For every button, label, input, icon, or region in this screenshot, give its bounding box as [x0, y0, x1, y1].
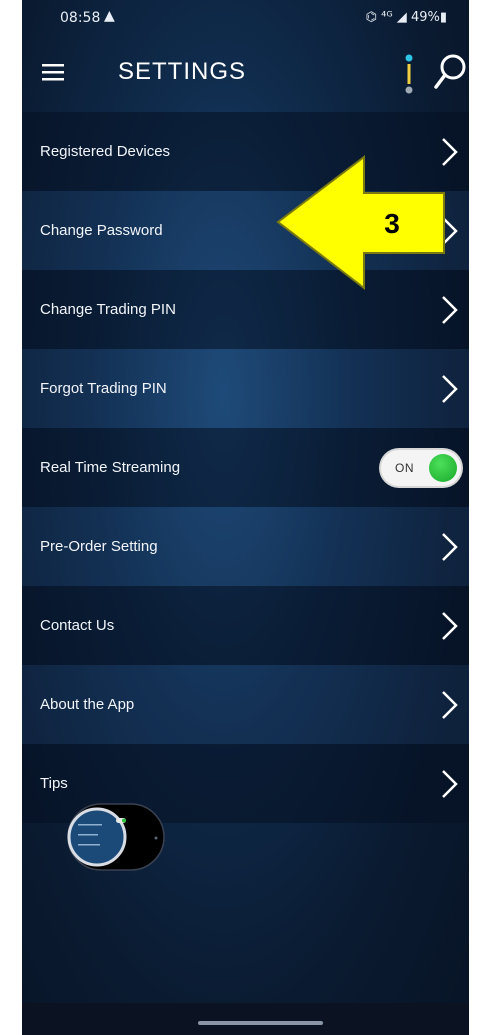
- chevron-right-icon: [442, 296, 458, 324]
- app-bar: SETTINGS: [22, 40, 469, 108]
- annotation-step-number: 3: [384, 208, 400, 239]
- settings-item-forgot-trading-pin[interactable]: Forgot Trading PIN: [22, 349, 469, 428]
- settings-item-label: Change Trading PIN: [40, 301, 176, 318]
- status-time: 08:58: [60, 10, 101, 26]
- settings-item-label: About the App: [40, 696, 135, 713]
- home-gesture-handle[interactable]: [198, 1021, 323, 1025]
- streaming-toggle[interactable]: ON: [381, 450, 461, 486]
- chevron-right-icon: [442, 375, 458, 403]
- status-bar: 08:58 ▲ ⌬ ⁴ᴳ ◢ 49%▮: [22, 0, 469, 34]
- settings-item-contact-us[interactable]: Contact Us: [22, 586, 469, 665]
- chevron-right-icon: [442, 612, 458, 640]
- floating-preview-icon[interactable]: [60, 800, 170, 874]
- chevron-right-icon: [442, 770, 458, 798]
- status-icons: ⌬ ⁴ᴳ ◢ 49%▮: [365, 10, 447, 25]
- settings-item-label: Pre-Order Setting: [40, 538, 158, 555]
- settings-item-label: Contact Us: [40, 617, 115, 634]
- toggle-state-label: ON: [395, 461, 414, 475]
- settings-item-label: Change Password: [40, 222, 163, 239]
- settings-item-about-the-app[interactable]: About the App: [22, 665, 469, 744]
- settings-item-label: Tips: [40, 775, 68, 792]
- settings-item-real-time-streaming: Real Time Streaming ON: [22, 428, 469, 507]
- vertical-dots-icon[interactable]: [402, 52, 416, 96]
- settings-item-label: Registered Devices: [40, 143, 171, 160]
- settings-item-label: Forgot Trading PIN: [40, 380, 167, 397]
- system-navigation-bar: [22, 1003, 469, 1035]
- chevron-right-icon: [442, 691, 458, 719]
- settings-item-pre-order-setting[interactable]: Pre-Order Setting: [22, 507, 469, 586]
- warning-triangle-icon: ▲: [104, 8, 115, 24]
- toggle-knob: [429, 454, 457, 482]
- chevron-right-icon: [442, 533, 458, 561]
- hamburger-menu-icon[interactable]: [40, 58, 70, 88]
- search-icon[interactable]: [434, 52, 468, 92]
- phone-screen: 08:58 ▲ ⌬ ⁴ᴳ ◢ 49%▮ SETTINGS Registered …: [22, 0, 469, 1035]
- settings-item-label: Real Time Streaming: [40, 459, 181, 476]
- page-title: SETTINGS: [118, 58, 247, 85]
